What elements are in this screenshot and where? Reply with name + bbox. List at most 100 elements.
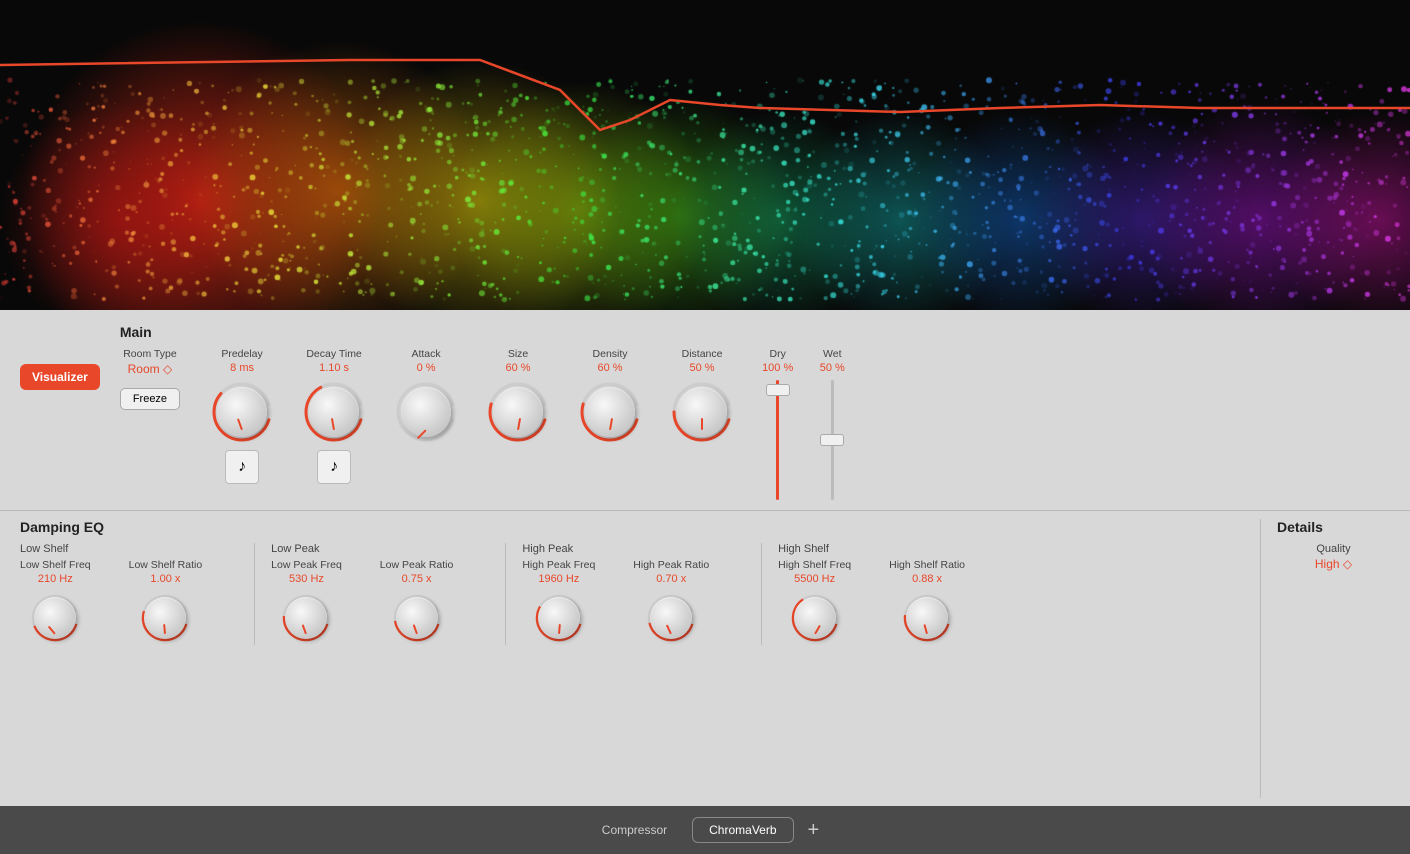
bottom-section: Damping EQ Low Shelf Low Shelf Freq 210 … <box>0 510 1410 806</box>
quality-label: Quality <box>1277 543 1390 555</box>
predelay-label: Predelay <box>221 348 262 360</box>
low-peak-ratio-label: Low Peak Ratio <box>380 559 454 571</box>
distance-knob[interactable] <box>677 387 727 437</box>
size-label: Size <box>508 348 528 360</box>
high-shelf-freq-value: 5500 Hz <box>794 573 835 585</box>
low-peak-ratio-knob-wrapper <box>390 591 444 645</box>
distance-label: Distance <box>682 348 723 360</box>
low-shelf-ratio-label: Low Shelf Ratio <box>129 559 203 571</box>
tab-chromaverb[interactable]: ChromaVerb <box>692 817 793 843</box>
hsr-indicator <box>924 624 929 634</box>
predelay-group: Predelay 8 ms ♪ <box>210 348 274 484</box>
high-peak-freq-knob-wrapper <box>532 591 586 645</box>
low-peak-band: Low Peak Low Peak Freq 530 Hz <box>271 543 481 645</box>
size-knob[interactable] <box>493 387 543 437</box>
decay-time-knob-wrapper <box>302 380 366 444</box>
low-shelf-title: Low Shelf <box>20 543 230 555</box>
high-peak-title: High Peak <box>522 543 737 555</box>
room-type-label: Room Type <box>120 348 180 360</box>
band-divider-3 <box>761 543 762 645</box>
dry-slider-group: Dry 100 % <box>762 348 793 500</box>
quality-value[interactable]: High ◇ <box>1277 557 1390 571</box>
low-shelf-controls: Low Shelf Freq 210 Hz <box>20 559 230 645</box>
lpr-indicator <box>412 624 417 634</box>
details-section: Details Quality High ◇ <box>1260 519 1390 798</box>
high-shelf-ratio-knob-wrapper <box>900 591 954 645</box>
size-knob-wrapper <box>486 380 550 444</box>
predelay-value: 8 ms <box>230 362 254 374</box>
lsr-indicator <box>164 624 167 634</box>
wet-slider-container <box>817 380 847 500</box>
high-shelf-freq-label: High Shelf Freq <box>778 559 851 571</box>
tab-compressor[interactable]: Compressor <box>585 817 684 843</box>
size-value: 60 % <box>506 362 531 374</box>
decay-note-button[interactable]: ♪ <box>317 450 351 484</box>
wet-value: 50 % <box>820 362 845 374</box>
high-shelf-freq-knob[interactable] <box>794 597 836 639</box>
low-shelf-freq-group: Low Shelf Freq 210 Hz <box>20 559 91 645</box>
low-shelf-freq-knob[interactable] <box>34 597 76 639</box>
low-shelf-freq-label: Low Shelf Freq <box>20 559 91 571</box>
band-divider-1 <box>254 543 255 645</box>
predelay-knob[interactable] <box>217 387 267 437</box>
density-group: Density 60 % <box>578 348 642 444</box>
main-content: Main Room Type Room ◇ Freeze Predelay 8 … <box>120 324 1390 500</box>
decay-time-knob[interactable] <box>309 387 359 437</box>
low-peak-ratio-group: Low Peak Ratio 0.75 x <box>380 559 454 645</box>
visualizer-button[interactable]: Visualizer <box>20 364 100 390</box>
eq-bands: Low Shelf Low Shelf Freq 210 Hz <box>20 543 1260 645</box>
density-value: 60 % <box>598 362 623 374</box>
low-peak-freq-label: Low Peak Freq <box>271 559 342 571</box>
details-title: Details <box>1277 519 1390 535</box>
hsf-indicator <box>814 625 821 635</box>
distance-value: 50 % <box>690 362 715 374</box>
high-peak-ratio-knob-wrapper <box>644 591 698 645</box>
high-peak-ratio-value: 0.70 x <box>656 573 686 585</box>
attack-knob-wrapper <box>394 380 458 444</box>
low-peak-freq-group: Low Peak Freq 530 Hz <box>271 559 342 645</box>
distance-group: Distance 50 % <box>670 348 734 444</box>
predelay-note-button[interactable]: ♪ <box>225 450 259 484</box>
low-peak-title: Low Peak <box>271 543 481 555</box>
wet-label: Wet <box>823 348 841 360</box>
high-shelf-title: High Shelf <box>778 543 993 555</box>
wet-thumb[interactable] <box>820 434 844 446</box>
high-peak-ratio-label: High Peak Ratio <box>633 559 709 571</box>
damping-eq-title: Damping EQ <box>20 519 1260 535</box>
visualizer-canvas <box>0 0 1410 310</box>
dry-value: 100 % <box>762 362 793 374</box>
high-shelf-freq-knob-wrapper <box>788 591 842 645</box>
low-shelf-freq-value: 210 Hz <box>38 573 73 585</box>
low-peak-ratio-knob[interactable] <box>396 597 438 639</box>
high-peak-ratio-knob[interactable] <box>650 597 692 639</box>
high-peak-freq-knob[interactable] <box>538 597 580 639</box>
high-peak-band: High Peak High Peak Freq 1960 Hz <box>522 543 737 645</box>
high-peak-freq-value: 1960 Hz <box>538 573 579 585</box>
freeze-button[interactable]: Freeze <box>120 388 180 410</box>
low-shelf-ratio-value: 1.00 x <box>150 573 180 585</box>
density-knob-wrapper <box>578 380 642 444</box>
predelay-knob-wrapper <box>210 380 274 444</box>
low-shelf-ratio-knob-wrapper <box>138 591 192 645</box>
density-knob[interactable] <box>585 387 635 437</box>
room-type-section: Room Type Room ◇ Freeze <box>120 348 180 410</box>
distance-knob-wrapper <box>670 380 734 444</box>
room-type-value[interactable]: Room ◇ <box>120 362 180 376</box>
wet-track <box>831 380 834 500</box>
lsf-indicator <box>48 626 56 635</box>
add-plugin-button[interactable]: + <box>802 820 826 840</box>
attack-knob[interactable] <box>401 387 451 437</box>
dry-thumb[interactable] <box>766 384 790 396</box>
low-shelf-ratio-group: Low Shelf Ratio 1.00 x <box>129 559 203 645</box>
dry-slider-container <box>763 380 793 500</box>
hpf-indicator <box>558 624 561 634</box>
damping-eq-section: Damping EQ Low Shelf Low Shelf Freq 210 … <box>20 519 1260 798</box>
high-shelf-ratio-knob[interactable] <box>906 597 948 639</box>
density-indicator <box>609 418 613 430</box>
low-peak-ratio-value: 0.75 x <box>402 573 432 585</box>
high-shelf-freq-group: High Shelf Freq 5500 Hz <box>778 559 851 645</box>
main-section: Visualizer Main Room Type Room ◇ Freeze … <box>0 310 1410 510</box>
high-peak-freq-label: High Peak Freq <box>522 559 595 571</box>
hpr-indicator <box>666 625 672 635</box>
visualizer-section <box>0 0 1410 310</box>
